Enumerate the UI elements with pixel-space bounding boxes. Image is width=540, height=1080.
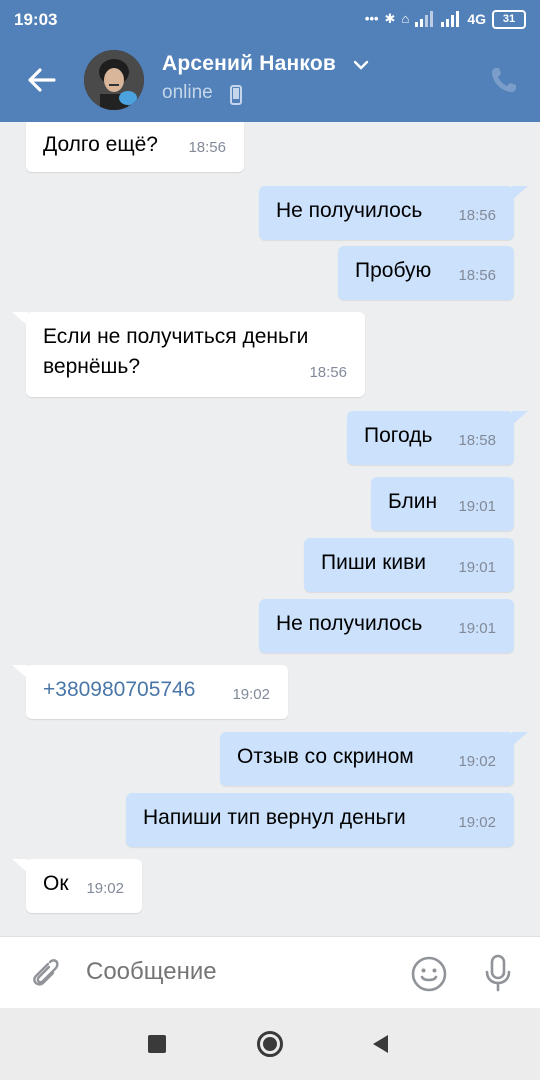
message-outgoing[interactable]: Напиши тип вернул деньги 19:02	[126, 793, 514, 847]
message-time: 18:56	[309, 364, 347, 381]
back-arrow-icon[interactable]	[22, 60, 62, 100]
phone-call-icon[interactable]	[488, 64, 520, 96]
muted-bell-icon: ⌂	[401, 11, 410, 26]
system-navigation-bar	[0, 1008, 540, 1080]
message-time: 19:02	[232, 686, 270, 703]
message-text: Пиши киви	[321, 551, 427, 574]
message-text: Долго ещё?	[43, 133, 158, 156]
emoji-icon[interactable]	[410, 955, 448, 993]
message-text: Ок	[43, 872, 69, 895]
message-incoming[interactable]: Долго ещё? 18:56	[26, 122, 244, 172]
chevron-down-icon[interactable]	[352, 58, 370, 72]
message-text: Не получилось	[276, 612, 423, 635]
message-text: Пробую	[355, 259, 432, 282]
message-time: 19:02	[86, 880, 124, 897]
bubble-tail	[512, 411, 528, 425]
message-composer	[0, 936, 540, 1009]
message-outgoing[interactable]: Погодь 18:58	[347, 411, 514, 465]
message-time: 19:02	[458, 814, 496, 831]
message-input[interactable]	[86, 958, 386, 986]
message-outgoing[interactable]: Не получилось 18:56	[259, 186, 514, 240]
bubble-tail	[512, 732, 528, 746]
microphone-icon[interactable]	[482, 953, 514, 993]
mobile-device-icon	[230, 85, 242, 105]
avatar[interactable]	[84, 50, 144, 110]
back-triangle-icon[interactable]	[370, 1033, 390, 1055]
chat-header: Арсений Нанков online	[0, 38, 540, 122]
message-outgoing[interactable]: Блин 19:01	[371, 477, 514, 531]
status-bar: 19:03 ••• ✱ ⌂ 4G 31	[0, 0, 540, 38]
battery-icon: 31	[492, 9, 526, 29]
message-text: Напиши тип вернул деньги	[143, 806, 406, 829]
bubble-tail	[512, 186, 528, 200]
contact-status: online	[162, 82, 213, 103]
bluetooth-icon: ✱	[384, 11, 396, 26]
message-text: Погодь	[364, 424, 433, 447]
home-circle-icon[interactable]	[256, 1030, 284, 1058]
message-time: 19:02	[458, 753, 496, 770]
network-type: 4G	[467, 11, 486, 27]
message-time: 18:56	[458, 267, 496, 284]
message-time: 19:01	[458, 620, 496, 637]
message-time: 18:58	[458, 432, 496, 449]
message-incoming[interactable]: +380980705746 19:02	[26, 665, 288, 719]
contact-name[interactable]: Арсений Нанков	[162, 52, 336, 76]
message-outgoing[interactable]: Не получилось 19:01	[259, 599, 514, 653]
message-time: 18:56	[188, 139, 226, 156]
phone-number-link[interactable]: +380980705746	[43, 678, 195, 701]
message-time: 19:01	[458, 559, 496, 576]
message-list[interactable]: Долго ещё? 18:56 Не получилось 18:56 Про…	[0, 122, 540, 936]
message-incoming[interactable]: Ок 19:02	[26, 859, 142, 913]
wifi-off-signal-icon	[415, 11, 434, 27]
avatar-image	[84, 50, 144, 110]
message-text: Отзыв со скрином	[237, 745, 414, 768]
message-text: Блин	[388, 490, 438, 513]
message-incoming[interactable]: Если не получиться деньги вернёшь? 18:56	[26, 312, 365, 397]
message-text: Не получилось	[276, 199, 423, 222]
status-icons: ••• ✱ ⌂ 4G 31	[365, 9, 526, 29]
message-time: 19:01	[458, 498, 496, 515]
message-outgoing[interactable]: Пробую 18:56	[338, 246, 514, 300]
status-time: 19:03	[14, 10, 58, 29]
recents-square-icon[interactable]	[148, 1035, 166, 1053]
signal-icon	[441, 11, 460, 27]
message-outgoing[interactable]: Отзыв со скрином 19:02	[220, 732, 514, 786]
message-time: 18:56	[458, 207, 496, 224]
paperclip-icon[interactable]	[24, 955, 60, 991]
message-outgoing[interactable]: Пиши киви 19:01	[304, 538, 514, 592]
more-dots-icon: •••	[364, 11, 379, 26]
message-text: Если не получиться деньги вернёшь?	[43, 325, 309, 378]
